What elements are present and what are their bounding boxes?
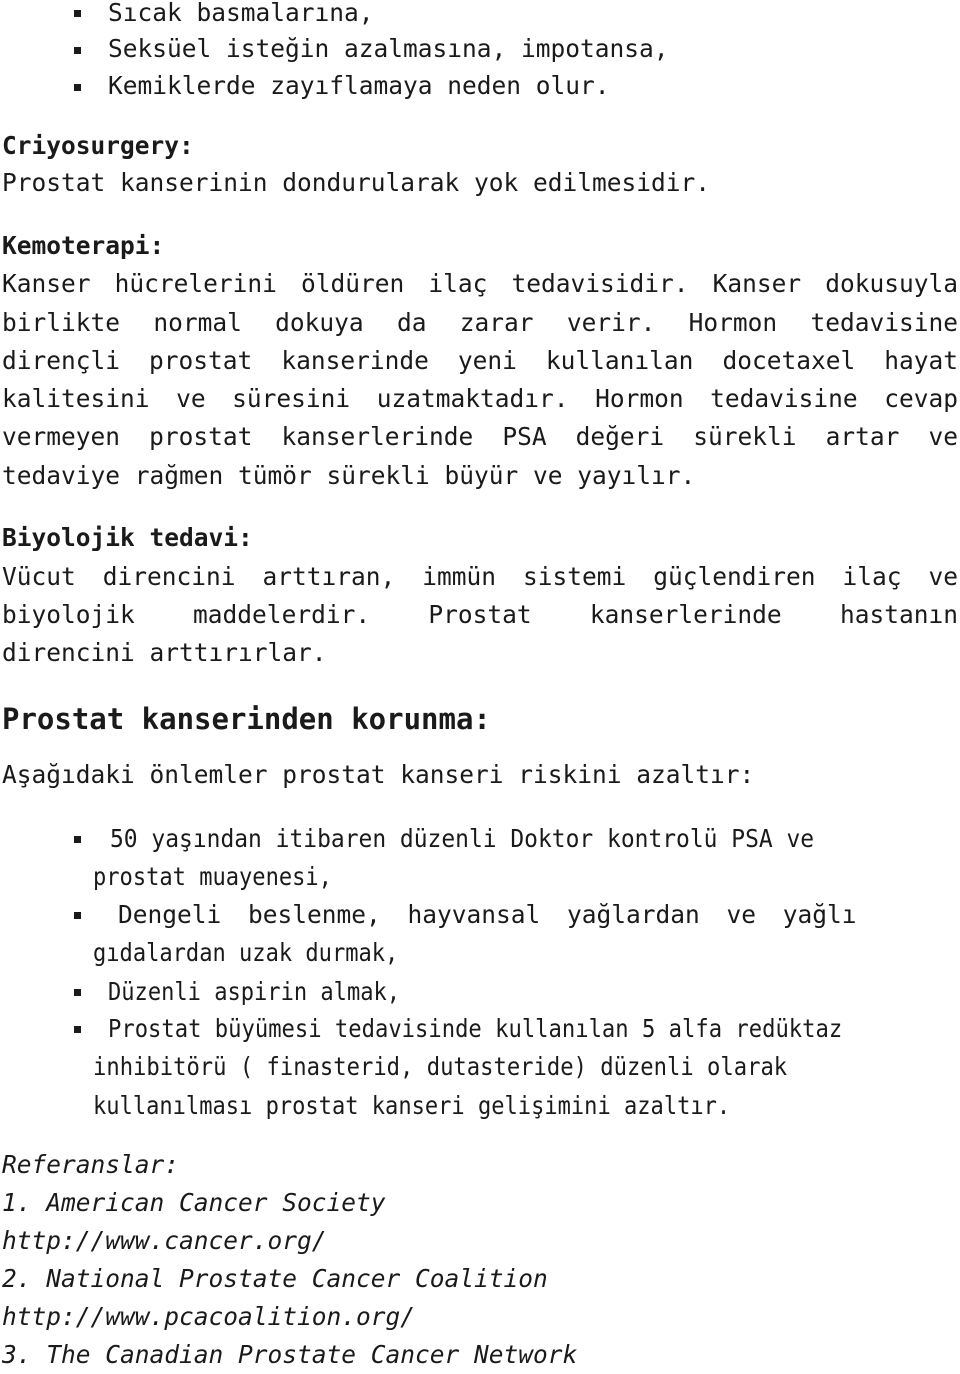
bullet-icon [74,1026,81,1033]
bullet-icon [74,989,81,996]
list-item-continuation: prostat muayenesi, [93,862,332,891]
paragraph-line: biyolojik maddelerdir. Prostat kanserler… [2,600,958,629]
bullet-icon [74,836,81,843]
list-item: Prostat büyümesi tedavisinde kullanılan … [108,1014,843,1043]
paragraph-line: direncini arttırırlar. [2,638,327,667]
reference-item: 1. American Cancer Society [2,1188,386,1217]
list-item: Dengeli beslenme, hayvansal yağlardan ve… [118,900,857,929]
list-item-continuation: inhibitörü ( finasterid, dutasteride) dü… [93,1052,788,1081]
paragraph-line: dirençli prostat kanserinde yeni kullanı… [2,346,958,375]
bullet-icon [74,47,81,54]
list-item-continuation: kullanılması prostat kanseri gelişimini … [93,1091,731,1120]
reference-link[interactable]: http://www.cancer.org/ [2,1222,327,1260]
list-item: Seksüel isteğin azalmasına, impotansa, [108,34,669,63]
paragraph-line: tedaviye rağmen tümör sürekli büyür ve y… [2,461,696,490]
reference-item: 3. The Canadian Prostate Cancer Network [2,1340,578,1369]
section-heading-biyolojik: Biyolojik tedavi: [2,523,253,552]
paragraph-line: kalitesini ve süresini uzatmaktadır. Hor… [2,384,958,413]
paragraph-line: Prostat kanserinin dondurularak yok edil… [2,168,711,197]
references-heading: Referanslar: [2,1150,180,1179]
list-item: Düzenli aspirin almak, [108,977,401,1006]
section-heading-kemoterapi: Kemoterapi: [2,231,165,260]
bullet-icon [74,912,81,919]
paragraph-line: vermeyen prostat kanserlerinde PSA değer… [2,422,958,451]
paragraph-line: Kanser hücrelerini öldüren ilaç tedavisi… [2,269,958,298]
list-item-continuation: gıdalardan uzak durmak, [93,938,399,967]
prevention-heading: Prostat kanserinden korunma: [2,702,491,736]
paragraph-line: birlikte normal dokuya da zarar verir. H… [2,308,958,337]
list-item: Sıcak basmalarına, [108,0,374,27]
prevention-intro: Aşağıdaki önlemler prostat kanseri riski… [2,760,755,789]
bullet-icon [74,84,81,91]
list-item: Kemiklerde zayıflamaya neden olur. [108,71,610,100]
reference-item: 2. National Prostate Cancer Coalition [2,1264,548,1293]
list-item: 50 yaşından itibaren düzenli Doktor kont… [110,824,815,853]
reference-link[interactable]: http://www.pcacoalition.org/ [2,1298,415,1336]
section-heading-criyosurgery: Criyosurgery: [2,131,194,160]
bullet-icon [74,10,81,17]
paragraph-line: Vücut direncini arttıran, immün sistemi … [2,562,958,591]
